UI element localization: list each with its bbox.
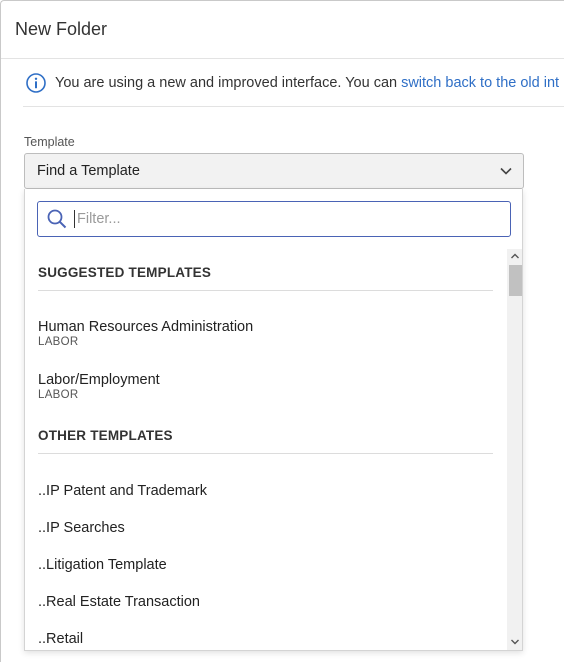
section-divider (38, 290, 493, 291)
scroll-up-arrow[interactable] (507, 249, 522, 263)
list-item[interactable]: ..IP Patent and Trademark (38, 483, 493, 499)
section-header-other: OTHER TEMPLATES (38, 428, 173, 443)
item-name: ..Real Estate Transaction (38, 594, 200, 610)
switch-back-link[interactable]: switch back to the old int (401, 75, 559, 91)
list-item[interactable]: Human Resources Administration LABOR (38, 319, 493, 348)
item-name: ..IP Patent and Trademark (38, 483, 207, 499)
filter-input[interactable] (74, 210, 474, 228)
template-label: Template (24, 135, 75, 149)
template-list: SUGGESTED TEMPLATES Human Resources Admi… (25, 249, 507, 650)
scroll-thumb[interactable] (509, 265, 522, 296)
list-scrollbar[interactable] (507, 249, 522, 650)
new-folder-dialog: New Folder You are using a new and impro… (0, 0, 564, 662)
item-name: Labor/Employment (38, 372, 160, 388)
list-item[interactable]: Labor/Employment LABOR (38, 372, 493, 401)
search-icon (47, 209, 67, 229)
list-item[interactable]: ..IP Searches (38, 520, 493, 536)
info-icon (26, 72, 46, 93)
item-category: LABOR (38, 336, 79, 348)
chevron-down-icon (500, 167, 512, 175)
list-item[interactable]: ..Real Estate Transaction (38, 594, 493, 610)
filter-box[interactable] (37, 201, 511, 237)
section-header-suggested: SUGGESTED TEMPLATES (38, 265, 212, 280)
chevron-down-icon (511, 639, 519, 645)
section-divider (38, 453, 493, 454)
scroll-down-arrow[interactable] (507, 635, 522, 649)
item-category: LABOR (38, 389, 79, 401)
list-item[interactable]: ..Retail (38, 631, 493, 647)
chevron-up-icon (511, 253, 519, 259)
notice-text: You are using a new and improved interfa… (55, 74, 398, 91)
interface-notice: You are using a new and improved interfa… (23, 59, 564, 107)
item-name: Human Resources Administration (38, 319, 254, 335)
item-name: ..IP Searches (38, 520, 125, 536)
template-select-value: Find a Template (37, 163, 140, 179)
template-select[interactable]: Find a Template (24, 153, 524, 189)
item-name: ..Retail (38, 631, 84, 647)
template-dropdown: SUGGESTED TEMPLATES Human Resources Admi… (24, 189, 523, 651)
list-item[interactable]: ..Litigation Template (38, 557, 493, 573)
item-name: ..Litigation Template (38, 557, 167, 573)
dialog-title: New Folder (15, 19, 108, 39)
